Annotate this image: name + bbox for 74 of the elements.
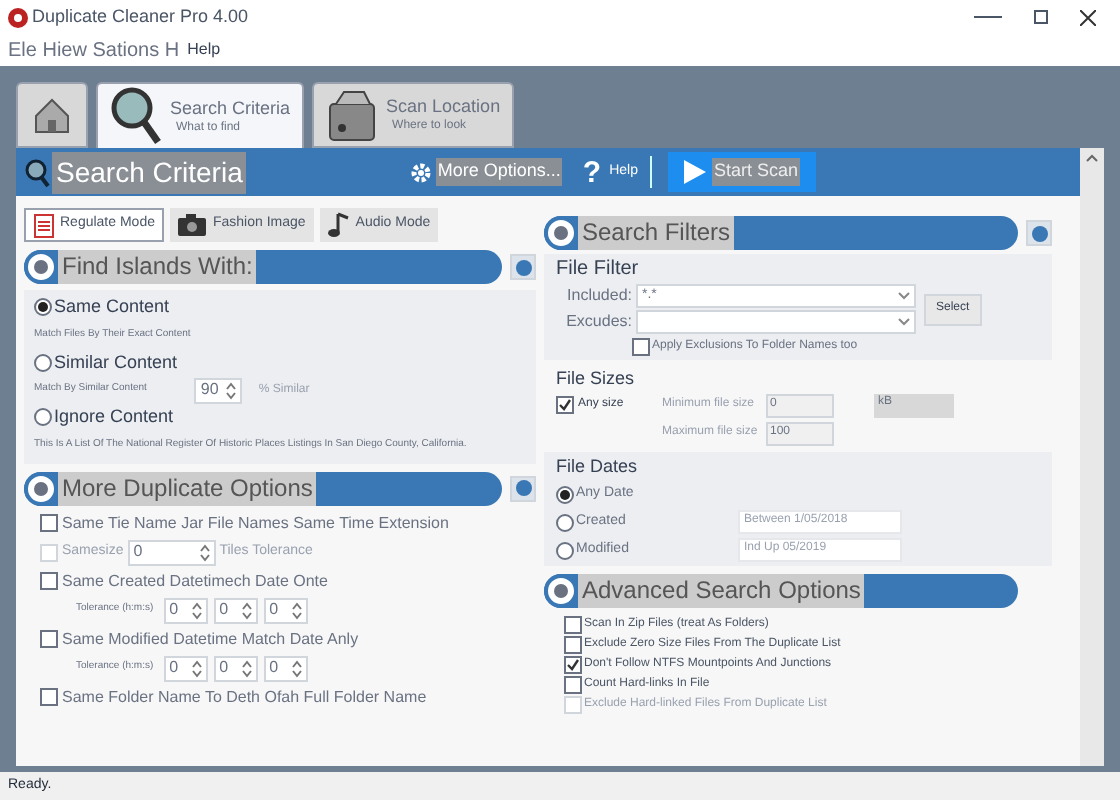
radio-button[interactable] <box>34 298 52 317</box>
section-title: Advanced Search Options <box>578 574 865 608</box>
camera-icon <box>178 214 207 236</box>
field-label: Excudes: <box>564 310 632 334</box>
help-icon[interactable] <box>510 254 536 280</box>
maximize-button[interactable] <box>1034 10 1048 24</box>
radio-button[interactable] <box>556 541 574 559</box>
app-logo-icon <box>8 7 28 27</box>
spinner-arrows-icon[interactable] <box>291 601 302 619</box>
group-title: File Filter <box>556 256 641 284</box>
spinner-arrows-icon[interactable] <box>226 381 237 399</box>
checkbox[interactable] <box>564 655 582 673</box>
spinner-arrows-icon[interactable] <box>191 601 202 619</box>
checkbox[interactable] <box>564 635 582 653</box>
spinner-arrows-icon[interactable] <box>241 659 252 677</box>
section-title: More Duplicate Options <box>58 471 317 505</box>
document-icon <box>34 213 54 237</box>
spin-field[interactable]: 0 <box>263 597 308 623</box>
chevron-down-icon[interactable] <box>898 292 910 300</box>
drive-icon <box>326 87 379 143</box>
option-label: Same Modified Datetime Match Date Anly <box>62 627 359 651</box>
option-label: Same Created Datetimech Date Onte <box>62 569 328 593</box>
checkbox[interactable] <box>40 572 58 590</box>
help-icon[interactable] <box>1026 220 1052 246</box>
house-icon <box>30 93 74 137</box>
magnifier-icon <box>24 157 50 187</box>
section-title: Find Islands With: <box>58 250 257 284</box>
radio-button[interactable] <box>556 485 574 503</box>
spinner-arrows-icon[interactable] <box>191 659 202 677</box>
tab-label: Search Criteria <box>170 99 291 117</box>
option-label: Same Content <box>54 294 170 320</box>
spinner-arrows-icon[interactable] <box>199 543 210 561</box>
group-title: File Sizes <box>556 366 637 392</box>
spin-field[interactable]: 0 <box>213 597 258 623</box>
checkbox[interactable] <box>632 338 650 356</box>
spinner-arrows-icon[interactable] <box>291 659 302 677</box>
tab-label: Scan Location <box>386 98 501 116</box>
checkbox[interactable] <box>40 630 58 648</box>
close-icon[interactable] <box>1080 9 1096 25</box>
radio-button[interactable] <box>556 513 574 531</box>
checkbox[interactable] <box>40 514 58 532</box>
option-label: Similar Content <box>54 349 178 375</box>
spin-field[interactable]: 0 <box>163 655 208 681</box>
magnifier-icon <box>110 86 162 146</box>
checkbox[interactable] <box>564 615 582 633</box>
scrollbar[interactable] <box>1080 148 1104 766</box>
checkbox[interactable] <box>40 688 58 706</box>
radio-button[interactable] <box>34 408 52 427</box>
group-title: File Dates <box>556 453 640 479</box>
spin-field[interactable]: 0 <box>163 597 208 623</box>
spinner-arrows-icon[interactable] <box>241 601 252 619</box>
spin-field[interactable]: 0 <box>263 655 308 681</box>
spin-field[interactable]: 0 <box>213 655 258 681</box>
option-label: Ignore Content <box>54 404 174 430</box>
window-title: Duplicate Cleaner Pro 4.00 <box>32 3 251 30</box>
chevron-down-icon[interactable] <box>898 318 910 326</box>
option-label: Same Tie Name Jar File Names Same Time Extension <box>62 511 449 535</box>
checkbox[interactable] <box>556 396 574 414</box>
field-label: Included: <box>565 284 632 308</box>
excludes-field[interactable] <box>636 310 916 334</box>
menu-item[interactable]: Help <box>187 38 221 62</box>
start-scan-button[interactable]: Start Scan <box>667 152 816 192</box>
section-title: Search Filters <box>578 216 735 250</box>
play-icon <box>683 160 706 184</box>
help-icon[interactable] <box>510 475 536 501</box>
header-title: Search Criteria <box>52 151 247 193</box>
radio-button[interactable] <box>34 353 52 372</box>
spin-field[interactable]: 90 <box>194 377 243 403</box>
home-tab[interactable] <box>16 82 88 148</box>
music-note-icon <box>327 212 350 238</box>
option-label: Same Folder Name To Deth Ofah Full Folder Name <box>62 685 427 709</box>
checkbox[interactable] <box>564 675 582 693</box>
scroll-up-icon[interactable] <box>1086 154 1098 162</box>
menu-item[interactable]: Ele Hiew Sations H <box>8 35 180 65</box>
